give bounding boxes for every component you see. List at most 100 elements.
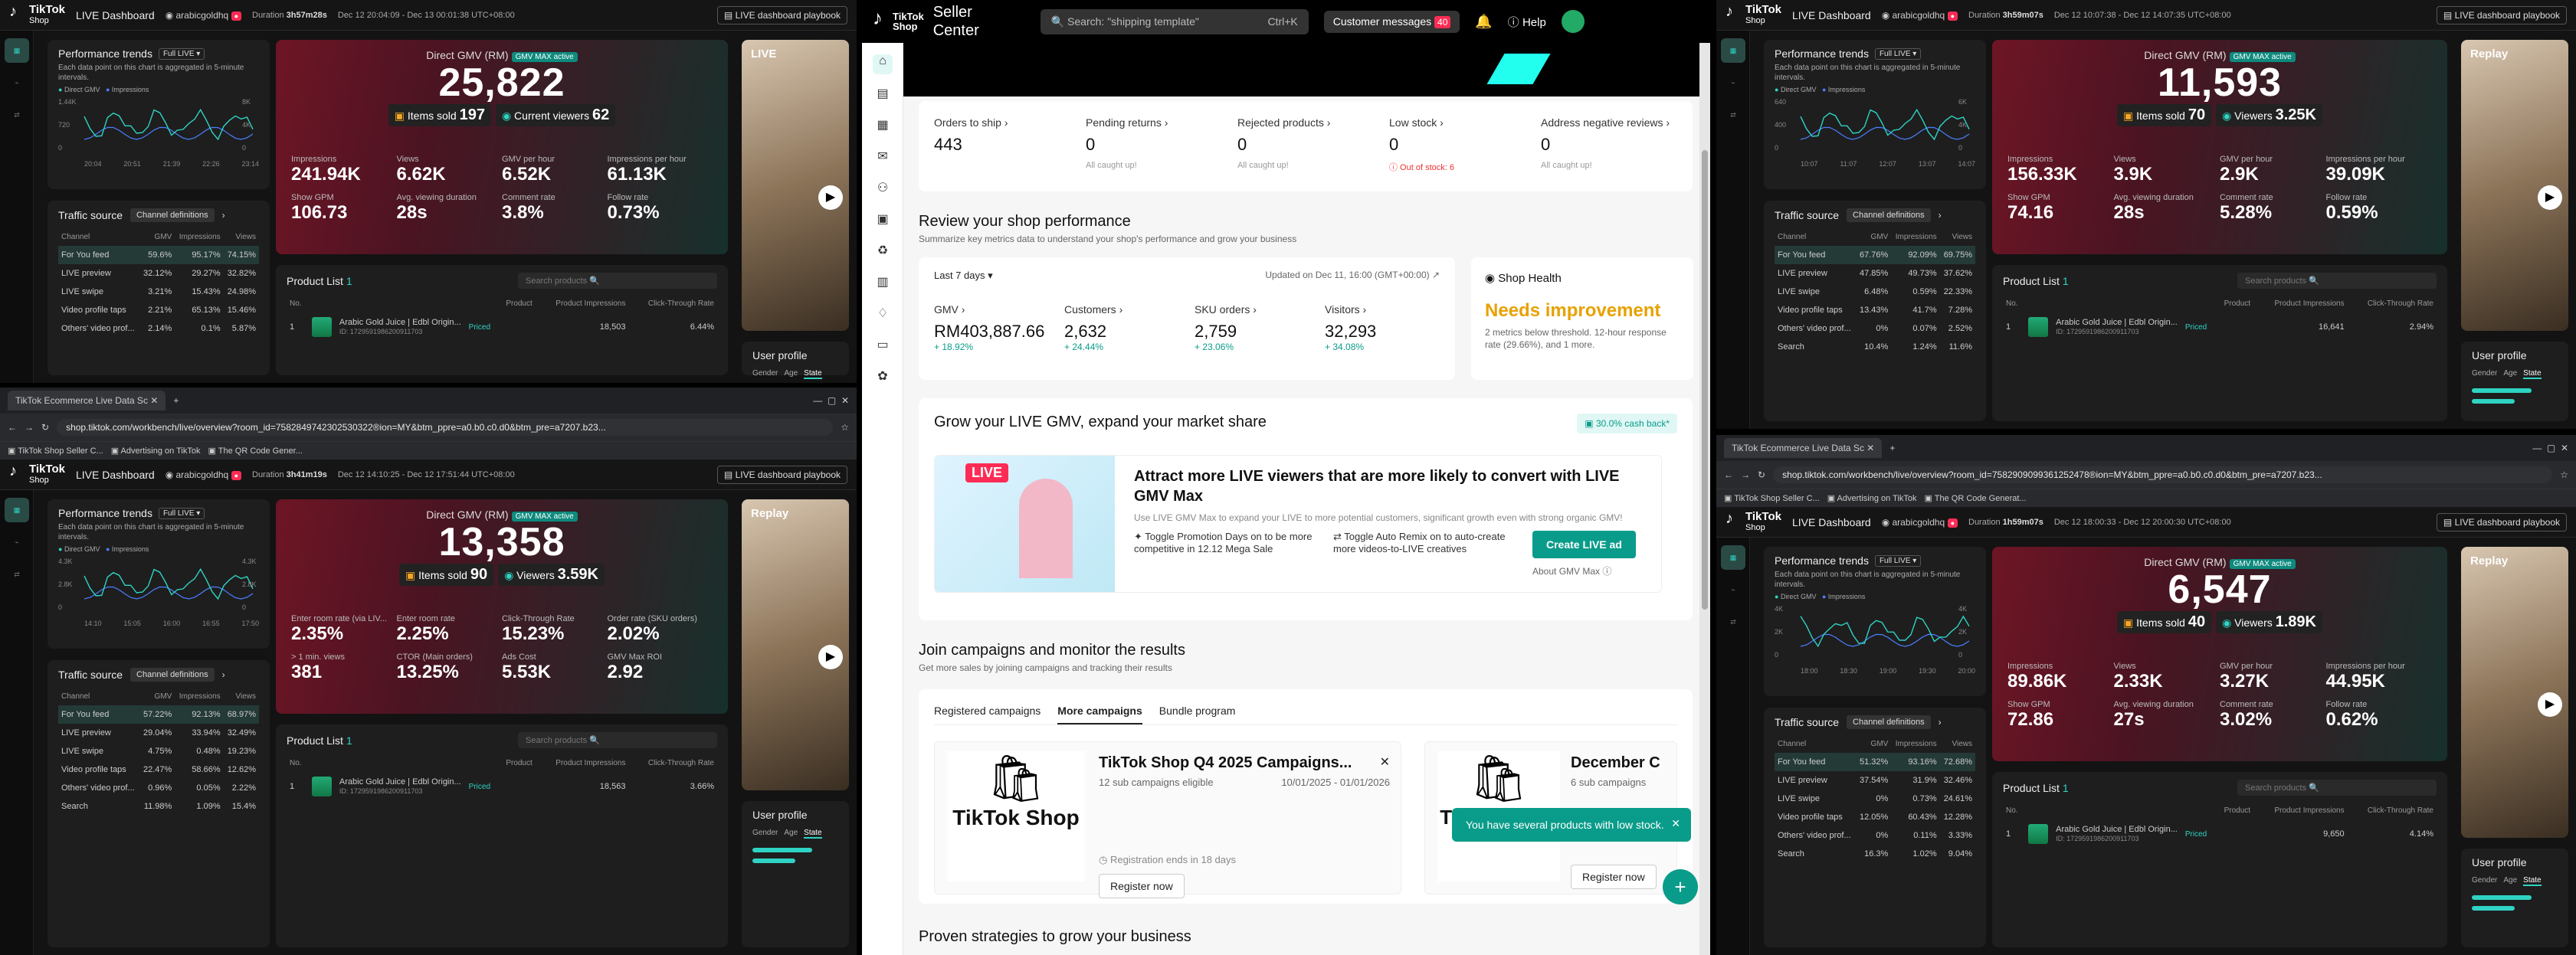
rail-item[interactable]: ⇄ [1721, 103, 1745, 127]
full-live-select[interactable]: Full LIVE ▾ [1874, 47, 1922, 60]
play-icon[interactable]: ▶ [818, 185, 843, 210]
traffic-row[interactable]: LIVE preview 37.54% 31.9% 32.46% [1775, 771, 1975, 790]
live-video-preview[interactable]: Replay ▶ [2461, 40, 2568, 331]
tab-gender[interactable]: Gender [752, 829, 778, 839]
bell-icon[interactable]: 🔔 [1475, 14, 1492, 30]
search-input[interactable]: 🔍 Search: "shipping template" Ctrl+K [1040, 8, 1309, 34]
full-live-select[interactable]: Full LIVE ▾ [1874, 554, 1922, 567]
bookmark[interactable]: ▣ TikTok Shop Seller C... [1724, 493, 1820, 503]
bookmark[interactable]: ▣ Advertising on TikTok [1827, 493, 1917, 503]
rail-item[interactable]: ⚇ [873, 180, 893, 200]
traffic-row[interactable]: LIVE swipe 4.75% 0.48% 19.23% [58, 742, 259, 760]
play-icon[interactable]: ▶ [2538, 185, 2562, 210]
rail-item[interactable]: ⌁ [5, 530, 29, 554]
rail-item[interactable]: ▦ [1721, 545, 1745, 570]
channel-definitions-button[interactable]: Channel definitions [130, 208, 215, 222]
traffic-row[interactable]: Video profile taps 13.43% 41.7% 7.28% [1775, 301, 1975, 319]
kpi-stat[interactable]: GMV › RM403,887.66 + 18.92% [934, 303, 1049, 352]
campaign-tab[interactable]: More campaigns [1057, 705, 1142, 724]
traffic-row[interactable]: For You feed 57.22% 92.13% 68.97% [58, 705, 259, 724]
forward-icon[interactable]: → [1741, 469, 1750, 480]
rail-item[interactable]: ▦ [5, 38, 29, 63]
register-now-button[interactable]: Register now [1571, 865, 1657, 889]
close-icon[interactable]: ✕ [1671, 817, 1680, 830]
traffic-row[interactable]: Others' video prof... 2.14% 0.1% 5.87% [58, 319, 259, 338]
customer-messages-button[interactable]: Customer messages 40 [1323, 10, 1460, 33]
rail-item[interactable]: ▦ [5, 498, 29, 522]
rail-item[interactable]: ⌁ [1721, 70, 1745, 95]
campaign-tab[interactable]: Registered campaigns [934, 705, 1041, 724]
traffic-row[interactable]: LIVE swipe 0% 0.73% 24.61% [1775, 790, 1975, 808]
full-live-select[interactable]: Full LIVE ▾ [158, 47, 205, 60]
play-icon[interactable]: ▶ [2538, 692, 2562, 717]
avatar[interactable] [1561, 10, 1585, 33]
kpi-stat[interactable]: Visitors › 32,293 + 34.08% [1325, 303, 1440, 352]
traffic-row[interactable]: For You feed 51.32% 93.16% 72.68% [1775, 753, 1975, 771]
kpi-stat[interactable]: Customers › 2,632 + 24.44% [1064, 303, 1179, 352]
rail-item[interactable]: ♢ [873, 306, 893, 325]
browser-tab[interactable]: TikTok Ecommerce Live Data Sc ✕ [1724, 438, 1883, 458]
traffic-row[interactable]: LIVE preview 29.04% 33.94% 32.49% [58, 724, 259, 742]
playbook-button[interactable]: ▤ LIVE dashboard playbook [716, 5, 847, 25]
create-live-ad-button[interactable]: Create LIVE ad [1532, 531, 1636, 558]
rail-item[interactable]: ✉ [873, 149, 893, 168]
channel-definitions-button[interactable]: Channel definitions [1847, 208, 1931, 222]
trend-chart[interactable]: 640 400 0 6K 4K 0 [1775, 96, 1975, 158]
chevron-right-icon[interactable]: › [222, 669, 225, 680]
search-products-input[interactable]: Search products 🔍 [518, 732, 717, 748]
order-stat[interactable]: Address negative reviews › 0 All caught up… [1541, 116, 1677, 176]
account-name[interactable]: ◉ arabicgoldhq ● [166, 10, 241, 21]
trend-chart[interactable]: 4.3K 2.8K 0 4.3K 2.8K 0 [58, 556, 259, 617]
traffic-row[interactable]: Video profile taps 2.21% 65.13% 15.46% [58, 301, 259, 319]
register-now-button[interactable]: Register now [1099, 874, 1185, 898]
new-tab-icon[interactable]: + [1889, 443, 1895, 453]
account-name[interactable]: ◉ arabicgoldhq ● [1882, 517, 1958, 528]
tab-state[interactable]: State [2523, 876, 2542, 886]
account-name[interactable]: ◉ arabicgoldhq ● [1882, 10, 1958, 21]
live-video-preview[interactable]: LIVE ▶ [742, 40, 849, 331]
product-row[interactable]: 1 Arabic Gold Juice | Edbl Origin... ID: 1… [287, 772, 717, 801]
address-bar[interactable]: shop.tiktok.com/workbench/live/overview?… [1773, 466, 2553, 483]
window-controls[interactable]: — ▢ ✕ [813, 395, 849, 406]
full-live-select[interactable]: Full LIVE ▾ [158, 507, 205, 519]
tab-gender[interactable]: Gender [752, 369, 778, 379]
new-tab-icon[interactable]: + [173, 395, 179, 406]
account-name[interactable]: ◉ arabicgoldhq ● [166, 469, 241, 480]
traffic-row[interactable]: LIVE swipe 3.21% 15.43% 24.98% [58, 283, 259, 301]
scrollbar[interactable] [1699, 43, 1710, 955]
star-icon[interactable]: ☆ [841, 422, 849, 433]
window-controls[interactable]: — ▢ ✕ [2532, 443, 2568, 453]
bookmark[interactable]: ▣ TikTok Shop Seller C... [8, 446, 103, 456]
playbook-button[interactable]: ▤ LIVE dashboard playbook [2436, 512, 2567, 531]
chevron-right-icon[interactable]: › [1939, 717, 1942, 728]
rail-item[interactable]: ⌁ [5, 70, 29, 95]
close-icon[interactable]: ✕ [1380, 754, 1390, 772]
kpi-stat[interactable]: SKU orders › 2,759 + 23.06% [1195, 303, 1309, 352]
assistant-fab[interactable]: + [1663, 869, 1698, 904]
search-products-input[interactable]: Search products 🔍 [518, 273, 717, 289]
traffic-row[interactable]: Others' video prof... 0% 0.11% 3.33% [1775, 826, 1975, 845]
playbook-button[interactable]: ▤ LIVE dashboard playbook [2436, 5, 2567, 25]
search-products-input[interactable]: Search products 🔍 [2237, 780, 2437, 796]
shop-health-box[interactable]: ◉ Shop Health Needs improvement 2 metric… [1471, 257, 1693, 380]
traffic-row[interactable]: Search 10.4% 1.24% 11.6% [1775, 338, 1975, 356]
address-bar[interactable]: shop.tiktok.com/workbench/live/overview?… [57, 419, 834, 436]
tab-gender[interactable]: Gender [2472, 369, 2497, 379]
reload-icon[interactable]: ↻ [1758, 469, 1765, 480]
bookmark[interactable]: ▣ The QR Code Gener... [208, 446, 303, 456]
product-row[interactable]: 1 Arabic Gold Juice | Edbl Origin... ID: 1… [287, 312, 717, 342]
traffic-row[interactable]: Search 16.3% 1.02% 9.04% [1775, 845, 1975, 863]
live-video-preview[interactable]: Replay ▶ [742, 499, 849, 790]
traffic-row[interactable]: LIVE preview 47.85% 49.73% 37.62% [1775, 264, 1975, 283]
rail-item[interactable]: ⇄ [5, 562, 29, 587]
tab-age[interactable]: Age [784, 829, 798, 839]
traffic-row[interactable]: LIVE swipe 6.48% 0.59% 22.33% [1775, 283, 1975, 301]
period-select[interactable]: Last 7 days ▾ [934, 270, 993, 282]
search-products-input[interactable]: Search products 🔍 [2237, 273, 2437, 289]
browser-tab[interactable]: TikTok Ecommerce Live Data Sc ✕ [8, 391, 166, 410]
play-icon[interactable]: ▶ [818, 645, 843, 669]
reload-icon[interactable]: ↻ [41, 422, 49, 433]
rail-item[interactable]: ▦ [873, 117, 893, 137]
order-stat[interactable]: Pending returns › 0 All caught up! [1086, 116, 1222, 176]
tab-age[interactable]: Age [2503, 876, 2517, 886]
